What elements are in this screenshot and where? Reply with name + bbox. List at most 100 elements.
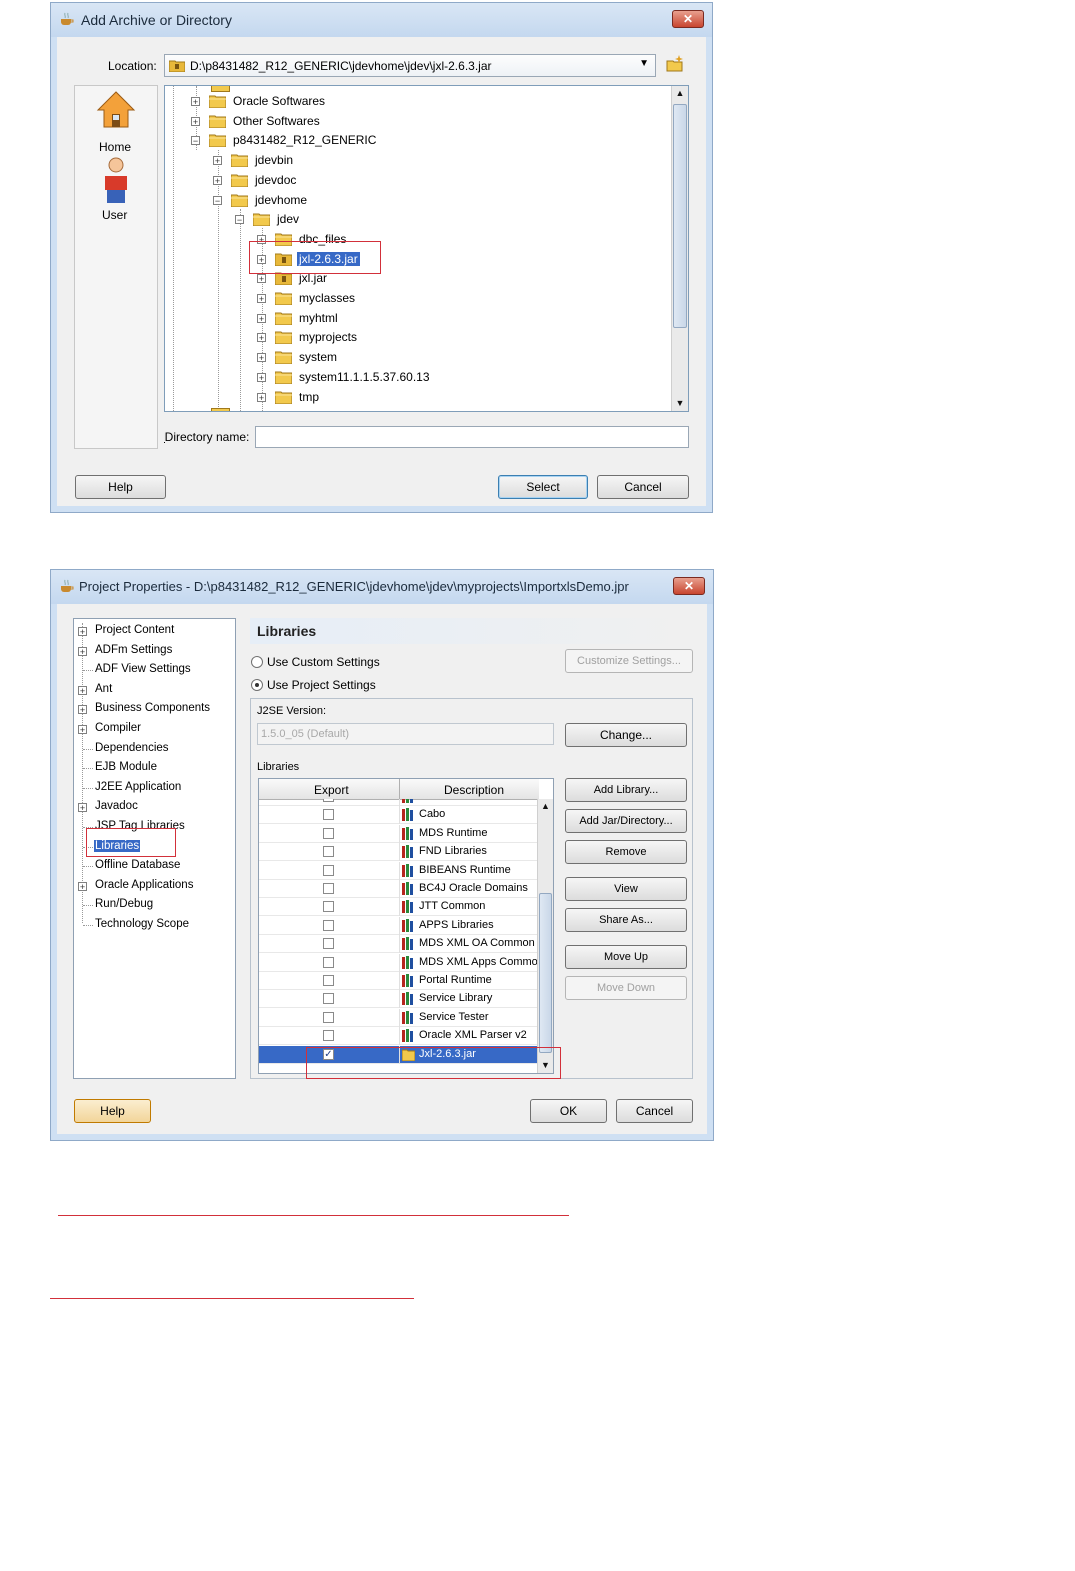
tree-item[interactable]: + myhtml: [165, 309, 665, 328]
table-row[interactable]: MDS XML OA Common: [259, 935, 539, 954]
table-row[interactable]: BIBEANS Runtime: [259, 861, 539, 880]
nav-item[interactable]: J2EE Application: [74, 779, 234, 798]
export-checkbox[interactable]: [323, 809, 334, 821]
libraries-table[interactable]: Export Description JSP Runtime Cabo MDS Ru…: [258, 778, 554, 1074]
export-checkbox[interactable]: [323, 901, 334, 913]
export-checkbox[interactable]: [323, 799, 334, 802]
table-row[interactable]: APPS Libraries: [259, 916, 539, 935]
scroll-thumb[interactable]: [539, 893, 552, 1053]
new-folder-icon[interactable]: [665, 54, 685, 74]
expand-icon[interactable]: +: [78, 705, 87, 715]
nav-item[interactable]: ADF View Settings: [74, 661, 234, 680]
help-button[interactable]: Help: [74, 1099, 151, 1123]
add-library-button[interactable]: Add Library...: [565, 778, 687, 802]
expand-icon[interactable]: +: [257, 372, 266, 382]
col-export-header[interactable]: Export: [314, 783, 349, 797]
shortcut-home[interactable]: Home: [75, 86, 157, 156]
select-button[interactable]: Select: [498, 475, 588, 499]
share-as-button[interactable]: Share As...: [565, 908, 687, 932]
tree-item[interactable]: + dbc_files: [165, 230, 665, 249]
export-checkbox[interactable]: [323, 975, 334, 986]
tree-item[interactable]: − jdevhome: [165, 191, 665, 210]
cancel-button[interactable]: Cancel: [616, 1099, 693, 1123]
nav-item[interactable]: + Business Components: [74, 700, 234, 719]
location-dropdown[interactable]: D:\p8431482_R12_GENERIC\jdevhome\jdev\jx…: [164, 54, 656, 77]
table-row[interactable]: Service Library: [259, 990, 539, 1009]
expand-icon[interactable]: +: [257, 294, 266, 304]
scroll-up-arrow[interactable]: ▲: [538, 799, 553, 814]
scroll-up-arrow[interactable]: ▲: [672, 86, 688, 101]
directory-name-field[interactable]: [255, 426, 689, 448]
ok-button[interactable]: OK: [530, 1099, 607, 1123]
expand-icon[interactable]: +: [257, 392, 266, 402]
nav-item[interactable]: + Project Content: [74, 622, 234, 641]
close-button[interactable]: ✕: [673, 577, 705, 595]
nav-item[interactable]: Offline Database: [74, 857, 234, 876]
cancel-button[interactable]: Cancel: [597, 475, 689, 499]
tree-item[interactable]: + system: [165, 348, 665, 367]
radio-circle[interactable]: [251, 656, 263, 668]
table-row[interactable]: JTT Common: [259, 898, 539, 917]
expand-icon[interactable]: +: [191, 116, 200, 126]
customize-settings-button[interactable]: Customize Settings...: [565, 649, 693, 673]
collapse-icon[interactable]: −: [213, 195, 222, 205]
export-checkbox[interactable]: [323, 827, 334, 839]
add-jar-directory-button[interactable]: Add Jar/Directory...: [565, 809, 687, 833]
chevron-down-icon[interactable]: ▼: [639, 58, 649, 69]
export-checkbox[interactable]: [323, 864, 334, 876]
nav-item[interactable]: + ADFm Settings: [74, 642, 234, 661]
export-checkbox[interactable]: [323, 846, 334, 858]
use-project-settings-radio[interactable]: Use Project Settings: [251, 677, 511, 695]
tree-scrollbar[interactable]: ▲ ▼: [671, 86, 688, 411]
expand-icon[interactable]: +: [213, 156, 222, 166]
export-checkbox[interactable]: [323, 956, 334, 968]
col-description-header[interactable]: Description: [444, 783, 504, 797]
file-tree[interactable]: + Oracle Softwares + Other Softwares − p84314…: [164, 85, 689, 412]
use-custom-settings-radio[interactable]: Use Custom Settings: [251, 654, 511, 672]
tree-item[interactable]: + jxl.jar: [165, 269, 665, 288]
expand-icon[interactable]: +: [257, 333, 266, 343]
tree-item[interactable]: + myprojects: [165, 328, 665, 347]
move-up-button[interactable]: Move Up: [565, 945, 687, 969]
nav-item[interactable]: + Compiler: [74, 720, 234, 739]
table-scrollbar[interactable]: ▲ ▼: [537, 799, 553, 1073]
export-checkbox[interactable]: [323, 938, 334, 950]
nav-item[interactable]: + Ant: [74, 681, 234, 700]
nav-item[interactable]: + Oracle Applications: [74, 877, 234, 896]
table-row[interactable]: BC4J Oracle Domains: [259, 880, 539, 898]
expand-icon[interactable]: +: [257, 313, 266, 323]
nav-item[interactable]: Technology Scope: [74, 916, 234, 935]
expand-icon[interactable]: +: [78, 881, 87, 891]
table-row[interactable]: Cabo: [259, 806, 539, 825]
expand-icon[interactable]: +: [78, 685, 87, 695]
tree-item[interactable]: + jdevdoc: [165, 171, 665, 190]
tree-item[interactable]: − p8431482_R12_GENERIC: [165, 131, 665, 150]
table-row[interactable]: Portal Runtime: [259, 972, 539, 990]
tree-item[interactable]: + jdevbin: [165, 151, 665, 170]
tree-item[interactable]: + myclasses: [165, 289, 665, 308]
export-checkbox[interactable]: [323, 1011, 334, 1023]
expand-icon[interactable]: +: [257, 353, 266, 363]
table-row[interactable]: JSP Runtime: [259, 799, 539, 806]
export-checkbox[interactable]: [323, 883, 334, 894]
tree-item[interactable]: + jxl-2.6.3.jar: [165, 250, 665, 269]
view-button[interactable]: View: [565, 877, 687, 901]
table-row[interactable]: MDS Runtime: [259, 824, 539, 843]
tree-item[interactable]: + Oracle Softwares: [165, 92, 665, 111]
tree-item[interactable]: + system11.1.1.5.37.60.13: [165, 368, 665, 387]
export-checkbox[interactable]: [323, 1030, 334, 1042]
expand-icon[interactable]: +: [78, 646, 87, 656]
close-button[interactable]: ✕: [672, 10, 704, 28]
tree-item[interactable]: + tmp: [165, 388, 665, 407]
expand-icon[interactable]: +: [257, 274, 266, 284]
expand-icon[interactable]: +: [78, 725, 87, 735]
table-row[interactable]: FND Libraries: [259, 843, 539, 862]
shortcut-user[interactable]: User: [75, 156, 157, 226]
nav-item[interactable]: EJB Module: [74, 759, 234, 778]
remove-button[interactable]: Remove: [565, 840, 687, 864]
help-button[interactable]: Help: [75, 475, 166, 499]
table-row[interactable]: Service Tester: [259, 1008, 539, 1027]
expand-icon[interactable]: +: [78, 803, 87, 813]
expand-icon[interactable]: +: [78, 627, 87, 637]
table-row[interactable]: Oracle XML Parser v2: [259, 1027, 539, 1046]
